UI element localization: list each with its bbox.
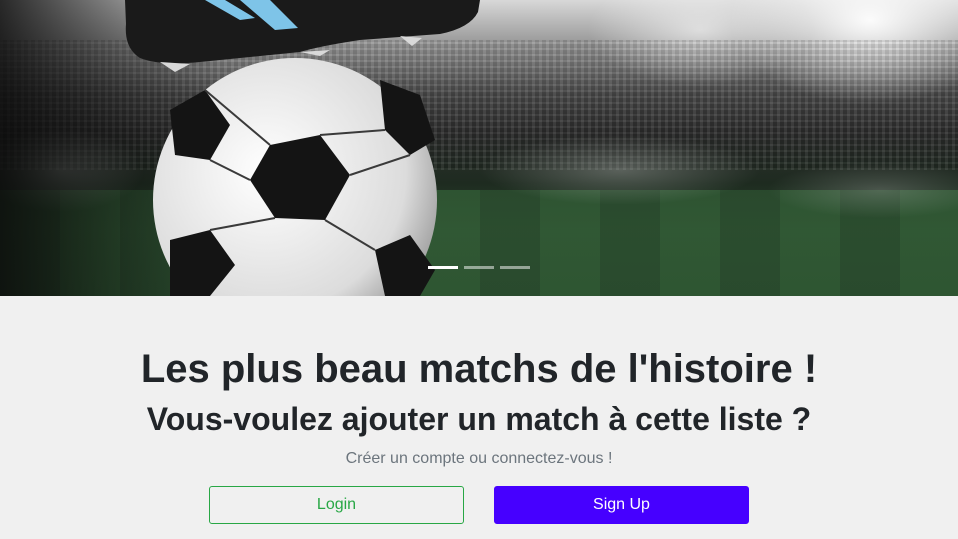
carousel xyxy=(0,0,958,296)
page-subtitle: Vous-voulez ajouter un match à cette lis… xyxy=(146,401,812,437)
carousel-indicator-2[interactable] xyxy=(464,266,494,269)
jumbotron: Les plus beau matchs de l'histoire ! Vou… xyxy=(0,296,958,539)
soccer-ball-image xyxy=(153,58,437,296)
carousel-indicator-1[interactable] xyxy=(428,266,458,269)
carousel-indicators xyxy=(428,266,530,269)
signup-button[interactable]: Sign Up xyxy=(494,486,749,524)
login-button[interactable]: Login xyxy=(209,486,464,524)
carousel-indicator-3[interactable] xyxy=(500,266,530,269)
page-title: Les plus beau matchs de l'histoire ! xyxy=(140,347,818,391)
lead-text: Créer un compte ou connectez-vous ! xyxy=(345,450,613,467)
